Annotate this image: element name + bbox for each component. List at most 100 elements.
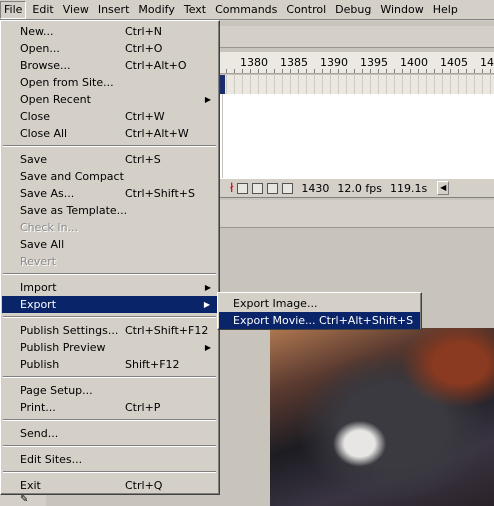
menu-item-label: Publish xyxy=(20,358,60,371)
menu-item-shortcut: Ctrl+Q xyxy=(125,479,163,492)
menu-item-label: Send... xyxy=(20,427,59,440)
menu-item-import[interactable]: Import ▶ xyxy=(1,279,219,296)
timeline-status-bar: ł 1430 12.0 fps 119.1s ◀ xyxy=(218,178,494,198)
current-frame: 1430 xyxy=(301,181,330,195)
menu-item-open-recent[interactable]: Open Recent ▶ xyxy=(1,91,219,108)
menu-item-exit[interactable]: Exit Ctrl+Q xyxy=(1,477,219,494)
menu-item-browse[interactable]: Browse... Ctrl+Alt+O xyxy=(1,57,219,74)
menu-item-shortcut: Ctrl+Shift+F12 xyxy=(125,324,209,337)
menu-window[interactable]: Window xyxy=(377,1,426,19)
edit-bar xyxy=(218,200,494,228)
menu-item-page-setup[interactable]: Page Setup... xyxy=(1,382,219,399)
menu-item-export-movie[interactable]: Export Movie... Ctrl+Alt+Shift+S xyxy=(219,312,420,329)
ruler-label: 1395 xyxy=(360,56,388,69)
menu-item-shortcut: Shift+F12 xyxy=(125,358,180,371)
menu-item-edit-sites[interactable]: Edit Sites... xyxy=(1,451,219,468)
modify-onion-markers-icon[interactable] xyxy=(282,182,294,194)
menu-separator xyxy=(1,142,219,151)
menu-separator xyxy=(1,373,219,382)
menu-text[interactable]: Text xyxy=(181,1,209,19)
menu-item-shortcut: Ctrl+Shift+S xyxy=(125,187,195,200)
onion-skin-icon[interactable] xyxy=(237,182,249,194)
frame-rate: 12.0 fps xyxy=(337,181,382,195)
menu-insert[interactable]: Insert xyxy=(95,1,133,19)
menu-bar: File Edit View Insert Modify Text Comman… xyxy=(0,0,494,20)
menu-item-close[interactable]: Close Ctrl+W xyxy=(1,108,219,125)
menu-item-label: Save As... xyxy=(20,187,75,200)
menu-item-label: New... xyxy=(20,25,54,38)
menu-item-label: Export Movie... xyxy=(233,314,316,327)
menu-commands[interactable]: Commands xyxy=(212,1,280,19)
menu-item-label: Open Recent xyxy=(20,93,91,106)
menu-item-shortcut: Ctrl+N xyxy=(125,25,163,38)
menu-item-label: Check In... xyxy=(20,221,79,234)
menu-item-shortcut: Ctrl+P xyxy=(125,401,161,414)
export-submenu: Export Image... Export Movie... Ctrl+Alt+… xyxy=(217,292,422,330)
edit-multiple-frames-icon[interactable] xyxy=(267,182,279,194)
menu-item-save-all[interactable]: Save All xyxy=(1,236,219,253)
menu-item-publish-settings[interactable]: Publish Settings... Ctrl+Shift+F12 xyxy=(1,322,219,339)
menu-item-save-and-compact[interactable]: Save and Compact xyxy=(1,168,219,185)
menu-item-label: Open from Site... xyxy=(20,76,114,89)
menu-modify[interactable]: Modify xyxy=(135,1,177,19)
ruler-label: 1390 xyxy=(320,56,348,69)
menu-edit[interactable]: Edit xyxy=(29,1,56,19)
menu-item-label: Open... xyxy=(20,42,60,55)
playhead-marker[interactable] xyxy=(220,75,225,94)
menu-file[interactable]: File xyxy=(0,0,27,19)
menu-view[interactable]: View xyxy=(60,1,92,19)
menu-item-label: Publish Preview xyxy=(20,341,106,354)
timeline-frames[interactable] xyxy=(218,75,494,94)
menu-debug[interactable]: Debug xyxy=(332,1,374,19)
menu-item-save-as-template[interactable]: Save as Template... xyxy=(1,202,219,219)
menu-item-label: Export xyxy=(20,298,57,311)
menu-item-label: Export Image... xyxy=(233,297,318,310)
menu-item-label: Close All xyxy=(20,127,68,140)
menu-control[interactable]: Control xyxy=(283,1,329,19)
onion-skin-outlines-icon[interactable] xyxy=(252,182,264,194)
ruler-label: 1385 xyxy=(280,56,308,69)
scroll-left-button[interactable]: ◀ xyxy=(437,181,450,195)
ruler-label: 1405 xyxy=(440,56,468,69)
menu-item-label: Import xyxy=(20,281,57,294)
submenu-arrow-icon: ▶ xyxy=(203,300,210,309)
menu-item-export[interactable]: Export ▶ xyxy=(2,296,218,313)
menu-item-check-in: Check In... xyxy=(1,219,219,236)
menu-help[interactable]: Help xyxy=(430,1,461,19)
menu-item-shortcut: Ctrl+Alt+O xyxy=(125,59,187,72)
menu-item-label: Page Setup... xyxy=(20,384,93,397)
submenu-arrow-icon: ▶ xyxy=(204,283,211,292)
menu-item-new[interactable]: New... Ctrl+N xyxy=(1,23,219,40)
menu-item-close-all[interactable]: Close All Ctrl+Alt+W xyxy=(1,125,219,142)
pencil-icon[interactable]: ✎ xyxy=(20,494,28,505)
menu-item-shortcut: Ctrl+O xyxy=(125,42,163,55)
menu-item-save[interactable]: Save Ctrl+S xyxy=(1,151,219,168)
menu-item-open[interactable]: Open... Ctrl+O xyxy=(1,40,219,57)
menu-item-label: Close xyxy=(20,110,50,123)
timeline-layers-area[interactable] xyxy=(218,94,494,178)
menu-separator xyxy=(1,468,219,477)
document-tab-bar xyxy=(218,26,494,48)
menu-separator xyxy=(1,442,219,451)
menu-item-send[interactable]: Send... xyxy=(1,425,219,442)
menu-item-label: Browse... xyxy=(20,59,71,72)
center-frame-icon[interactable]: ł xyxy=(230,181,233,195)
menu-item-label: Save as Template... xyxy=(20,204,128,217)
playhead-line xyxy=(222,94,223,178)
ruler-label: 1400 xyxy=(400,56,428,69)
menu-item-export-image[interactable]: Export Image... xyxy=(218,295,421,312)
menu-item-label: Edit Sites... xyxy=(20,453,83,466)
submenu-arrow-icon: ▶ xyxy=(204,95,211,104)
menu-item-open-from-site[interactable]: Open from Site... xyxy=(1,74,219,91)
menu-item-label: Save All xyxy=(20,238,65,251)
timeline-ruler[interactable]: 1380 1385 1390 1395 1400 1405 14 xyxy=(218,52,494,74)
menu-separator xyxy=(1,313,219,322)
submenu-arrow-icon: ▶ xyxy=(204,343,211,352)
elapsed-time: 119.1s xyxy=(390,181,428,195)
menu-item-revert: Revert xyxy=(1,253,219,270)
menu-item-print[interactable]: Print... Ctrl+P xyxy=(1,399,219,416)
menu-item-shortcut: Ctrl+S xyxy=(125,153,161,166)
menu-item-publish-preview[interactable]: Publish Preview ▶ xyxy=(1,339,219,356)
menu-item-publish[interactable]: Publish Shift+F12 xyxy=(1,356,219,373)
menu-item-save-as[interactable]: Save As... Ctrl+Shift+S xyxy=(1,185,219,202)
